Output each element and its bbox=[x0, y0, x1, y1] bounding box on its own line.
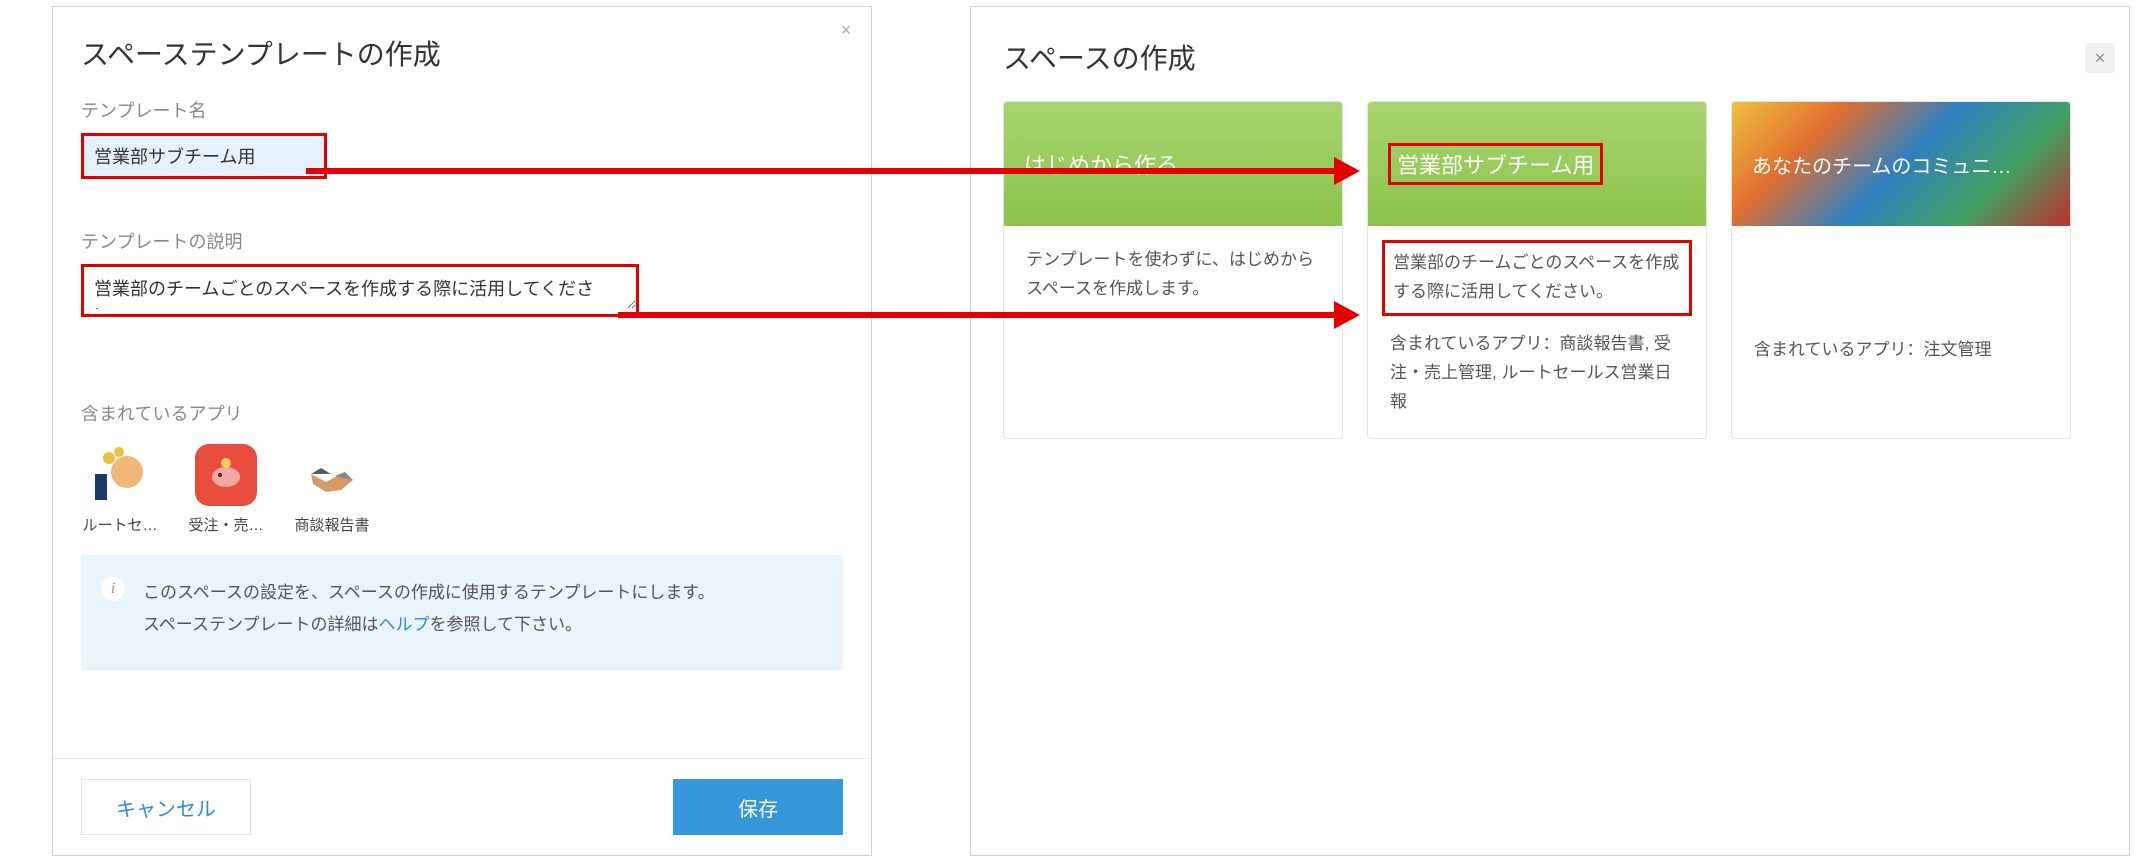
app-icon-piggy bbox=[195, 444, 257, 506]
card-header: 営業部サブチーム用 bbox=[1368, 102, 1706, 226]
help-link[interactable]: ヘルプ bbox=[378, 615, 429, 634]
template-desc-label: テンプレートの説明 bbox=[81, 228, 843, 254]
info-line2a: スペーステンプレートの詳細は bbox=[143, 615, 378, 634]
app-item[interactable]: 受注・売… bbox=[187, 444, 265, 535]
card-desc: 営業部のチームごとのスペースを作成する際に活用してください。 bbox=[1393, 253, 1679, 301]
info-line1: このスペースの設定を、スペースの作成に使用するテンプレートにします。 bbox=[143, 583, 715, 602]
template-card-blank[interactable]: はじめから作る テンプレートを使わずに、はじめからスペースを作成します。 bbox=[1003, 101, 1343, 439]
highlight-header-box: 営業部サブチーム用 bbox=[1388, 143, 1603, 185]
template-desc-input[interactable]: 営業部のチームごとのスペースを作成する際に活用してください。 bbox=[84, 267, 636, 309]
card-desc: テンプレートを使わずに、はじめからスペースを作成します。 bbox=[1004, 226, 1342, 336]
app-icon-thumbs bbox=[89, 444, 151, 506]
included-apps-label: 含まれているアプリ bbox=[81, 400, 843, 426]
card-desc bbox=[1732, 226, 2070, 336]
info-line2b: を参照して下さい。 bbox=[429, 615, 582, 634]
close-icon[interactable]: × bbox=[833, 17, 859, 43]
create-space-dialog: スペースの作成 × はじめから作る テンプレートを使わずに、はじめからスペースを… bbox=[970, 6, 2130, 856]
highlight-desc-box: 営業部のチームごとのスペースを作成する際に活用してください。 bbox=[81, 264, 639, 317]
info-box: i このスペースの設定を、スペースの作成に使用するテンプレートにします。 スペー… bbox=[81, 555, 843, 670]
create-template-dialog: スペーステンプレートの作成 × テンプレート名 テンプレートの説明 営業部のチー… bbox=[52, 6, 872, 856]
dialog-footer: キャンセル 保存 bbox=[53, 758, 871, 855]
card-header-text: 営業部サブチーム用 bbox=[1397, 153, 1594, 178]
template-cards: はじめから作る テンプレートを使わずに、はじめからスペースを作成します。 営業部… bbox=[971, 101, 2129, 439]
template-card-community[interactable]: あなたのチームのコミュニ… 含まれているアプリ：注文管理 bbox=[1731, 101, 2071, 439]
template-name-input[interactable] bbox=[84, 136, 324, 176]
app-item[interactable]: 商談報告書 bbox=[293, 444, 371, 535]
card-header-text: あなたのチームのコミュニ… bbox=[1752, 150, 2011, 179]
card-apps: 含まれているアプリ：商談報告書, 受注・売上管理, ルートセールス営業日報 bbox=[1368, 330, 1706, 439]
template-name-label: テンプレート名 bbox=[81, 97, 843, 123]
app-item[interactable]: ルートセ… bbox=[81, 444, 159, 535]
app-label: 受注・売… bbox=[187, 514, 265, 535]
apps-row: ルートセ… 受注・売… 商談報告書 bbox=[53, 444, 871, 555]
info-icon: i bbox=[101, 577, 125, 601]
app-label: 商談報告書 bbox=[293, 514, 371, 535]
card-header: あなたのチームのコミュニ… bbox=[1732, 102, 2070, 226]
highlight-name-box bbox=[81, 133, 327, 179]
card-header: はじめから作る bbox=[1004, 102, 1342, 226]
card-apps: 含まれているアプリ：注文管理 bbox=[1732, 336, 2070, 387]
card-header-text: はじめから作る bbox=[1024, 148, 1178, 180]
app-label: ルートセ… bbox=[81, 514, 159, 535]
highlight-desc-box: 営業部のチームごとのスペースを作成する際に活用してください。 bbox=[1382, 240, 1692, 316]
save-button[interactable]: 保存 bbox=[673, 779, 843, 835]
template-card-sales[interactable]: 営業部サブチーム用 営業部のチームごとのスペースを作成する際に活用してください。… bbox=[1367, 101, 1707, 439]
app-icon-handshake bbox=[301, 444, 363, 506]
close-icon[interactable]: × bbox=[2085, 43, 2115, 73]
dialog-title: スペースの作成 bbox=[971, 7, 2129, 101]
info-text: このスペースの設定を、スペースの作成に使用するテンプレートにします。 スペーステ… bbox=[143, 577, 715, 642]
dialog-title: スペーステンプレートの作成 bbox=[53, 7, 871, 85]
cancel-button[interactable]: キャンセル bbox=[81, 779, 251, 835]
